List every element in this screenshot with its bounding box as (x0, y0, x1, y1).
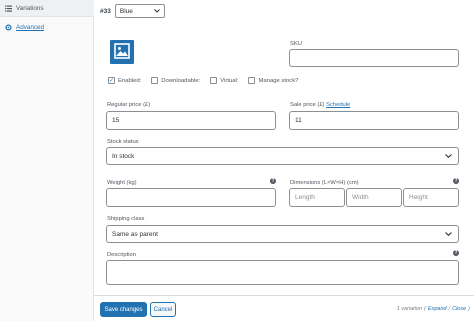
virtual-label: Virtual: (220, 77, 239, 84)
height-input[interactable]: Height (403, 188, 459, 207)
save-changes-button[interactable]: Save changes (100, 302, 147, 317)
regular-price-input[interactable]: 15 (106, 111, 276, 130)
length-input[interactable]: Length (289, 188, 345, 207)
regular-price-label: Regular price (£) (107, 102, 151, 108)
help-icon[interactable]: ? (453, 250, 459, 256)
weight-label: Weight (kg) (107, 180, 137, 186)
sidebar-item-label: Advanced (16, 24, 45, 31)
list-icon (5, 5, 12, 12)
chevron-down-icon (445, 153, 452, 160)
stock-status-select[interactable]: In stock (106, 147, 459, 165)
description-textarea[interactable] (106, 260, 459, 285)
variation-count: 1 variation (396, 306, 423, 312)
downloadable-checkbox[interactable] (151, 77, 159, 84)
variation-number: #33 (100, 7, 111, 15)
description-label: Description (107, 252, 136, 258)
variation-options: ✓ Enabled: Downloadable: Virtual: Manage… (108, 77, 298, 84)
variation-attribute-select[interactable]: Blue (114, 4, 165, 18)
width-input[interactable]: Width (346, 188, 402, 207)
shipping-class-select[interactable]: Same as parent (106, 225, 459, 243)
cancel-button[interactable]: Cancel (150, 302, 176, 317)
expand-link[interactable]: Expand (428, 306, 447, 312)
chevron-down-icon (445, 231, 452, 238)
virtual-checkbox[interactable] (210, 77, 218, 84)
weight-input[interactable] (106, 188, 276, 207)
schedule-link[interactable]: Schedule (326, 102, 350, 108)
enabled-checkbox[interactable]: ✓ (108, 77, 115, 84)
sku-label: SKU (290, 41, 302, 47)
variation-header: #33 Blue (100, 4, 165, 18)
variation-attribute-value: Blue (119, 7, 133, 15)
downloadable-label: Downloadable: (161, 77, 201, 84)
sale-price-label: Sale price (£) Schedule (290, 102, 350, 108)
paren-open: ( (424, 306, 426, 312)
stock-status-value: In stock (112, 152, 135, 160)
image-icon (114, 43, 130, 61)
sale-price-input[interactable]: 11 (289, 111, 459, 130)
shipping-class-label: Shipping class (107, 216, 145, 222)
gear-icon (5, 24, 12, 31)
manage-stock-label: Manage stock? (258, 77, 299, 84)
sidebar-item-advanced[interactable]: Advanced (0, 19, 94, 36)
help-icon[interactable]: ? (270, 178, 276, 184)
enabled-label: Enabled: (118, 77, 142, 84)
variation-panel: #33 Blue SKU ✓ Enabled: Downloadable: Vi… (94, 0, 474, 321)
enabled-option[interactable]: ✓ Enabled: (108, 77, 141, 84)
close-link[interactable]: Close (452, 306, 466, 312)
chevron-down-icon (154, 8, 160, 15)
product-data-sidebar: Variations Advanced (0, 0, 94, 321)
separator: / (448, 306, 451, 312)
sku-input[interactable] (289, 49, 459, 67)
variations-footer: Save changes Cancel 1 variation (Expand /… (94, 295, 474, 321)
variation-count-info: 1 variation (Expand / Close) (397, 306, 470, 312)
stock-status-label: Stock status (107, 139, 139, 145)
shipping-class-value: Same as parent (112, 230, 158, 238)
downloadable-option[interactable]: Downloadable: (151, 77, 200, 84)
sidebar-item-label: Variations (16, 4, 44, 12)
virtual-option[interactable]: Virtual: (210, 77, 238, 84)
dimensions-label: Dimensions (L×W×H) (cm) (290, 180, 359, 186)
variation-image-upload[interactable] (110, 40, 134, 64)
sale-price-label-text: Sale price (£) (290, 102, 325, 108)
paren-close: ) (468, 306, 470, 312)
help-icon[interactable]: ? (453, 178, 459, 184)
manage-stock-checkbox[interactable] (248, 77, 256, 84)
sidebar-item-variations[interactable]: Variations (0, 0, 94, 17)
manage-stock-option[interactable]: Manage stock? (248, 77, 298, 84)
